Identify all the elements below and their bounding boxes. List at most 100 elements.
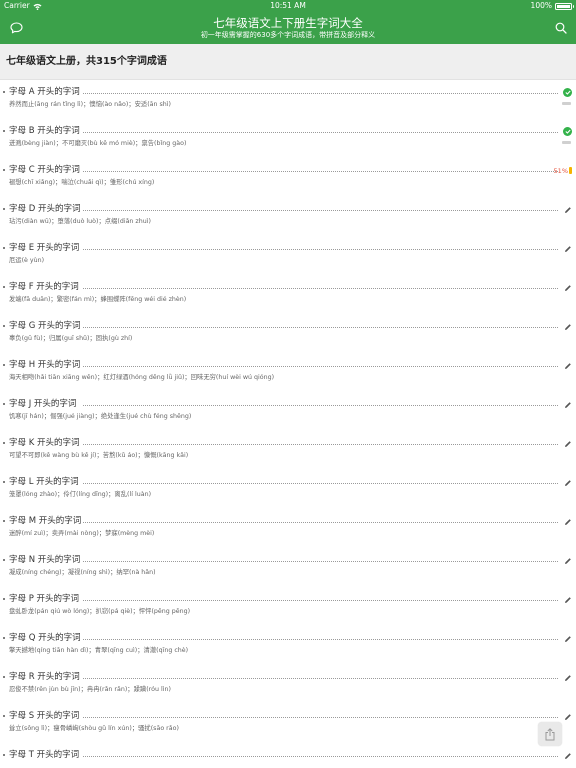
status-time: 10:51 AM bbox=[270, 1, 306, 10]
dotted-leader bbox=[83, 678, 558, 679]
pencil-icon[interactable] bbox=[564, 438, 572, 449]
dotted-leader bbox=[83, 639, 558, 640]
list-item[interactable]: 字母 D 开头的字词 玷污(diàn wū)；堕落(duò luò)；点缀(diǎ… bbox=[0, 197, 576, 236]
list-item[interactable]: 字母 M 开头的字词迷醉(mí zuì)；卖弄(mài nòng)；梦寐(mèn… bbox=[0, 509, 576, 548]
row-heading: 字母 E 开头的字词 bbox=[9, 243, 80, 253]
partial-progress-icon bbox=[569, 167, 572, 174]
pencil-icon[interactable] bbox=[564, 711, 572, 722]
row-heading: 字母 M 开头的字词 bbox=[9, 516, 82, 526]
mini-progress-bar bbox=[562, 141, 571, 144]
pencil-icon[interactable] bbox=[564, 750, 572, 761]
pencil-icon[interactable] bbox=[564, 321, 572, 332]
row-words: 发端(fā duān)；繁密(fán mì)；蜂围蝶阵(fēng wéi dié… bbox=[9, 296, 187, 303]
dotted-leader bbox=[83, 132, 558, 133]
row-heading: 字母 R 开头的字词 bbox=[9, 672, 80, 682]
pencil-icon[interactable] bbox=[564, 633, 572, 644]
list-item[interactable]: 字母 N 开头的字词凝成(níng chéng)；凝视(níng shì)；纳罕… bbox=[0, 548, 576, 587]
dotted-leader bbox=[83, 366, 558, 367]
pencil-icon[interactable] bbox=[564, 477, 572, 488]
bullet-dot bbox=[3, 169, 5, 171]
row-words: 凝成(níng chéng)；凝视(níng shì)；纳罕(nà hǎn) bbox=[9, 569, 156, 576]
row-heading: 字母 J 开头的字词 bbox=[9, 399, 77, 409]
pencil-icon[interactable] bbox=[564, 516, 572, 527]
list-item[interactable]: 字母 E 开头的字词 厄运(è yùn) bbox=[0, 236, 576, 275]
row-heading: 字母 S 开头的字词 bbox=[9, 711, 80, 721]
pencil-icon[interactable] bbox=[564, 555, 572, 566]
dotted-leader bbox=[83, 171, 558, 172]
dotted-leader bbox=[83, 561, 558, 562]
dotted-leader bbox=[83, 444, 558, 445]
bullet-dot bbox=[3, 520, 5, 522]
row-words: 迷醉(mí zuì)；卖弄(mài nòng)；梦寐(mèng mèi) bbox=[9, 530, 155, 537]
row-heading: 字母 K 开头的字词 bbox=[9, 438, 80, 448]
dotted-leader bbox=[83, 483, 558, 484]
list-item[interactable]: 字母 J 开头的字词 饥寒(jī hán)；倔强(jué jiàng)；绝处逢生(… bbox=[0, 392, 576, 431]
list-item[interactable]: 字母 T 开头的字词 bbox=[0, 743, 576, 768]
row-words: 玷污(diàn wū)；堕落(duò luò)；点缀(diǎn zhuì) bbox=[9, 218, 151, 225]
dotted-leader bbox=[83, 405, 558, 406]
list-item[interactable]: 字母 R 开头的字词忍俊不禁(rěn jùn bù jīn)；冉冉(rǎn rǎ… bbox=[0, 665, 576, 704]
bullet-dot bbox=[3, 208, 5, 210]
row-heading: 字母 T 开头的字词 bbox=[9, 750, 80, 760]
battery-icon bbox=[555, 2, 574, 10]
pencil-icon[interactable] bbox=[564, 399, 572, 410]
list-item[interactable]: 字母 L 开头的字词笼罩(lóng zhào)；伶仃(líng dīng)；离乱… bbox=[0, 470, 576, 509]
dotted-leader bbox=[83, 717, 558, 718]
list-item[interactable]: 字母 B 开头的字词 迸溅(bèng jiàn)；不可磨灭(bù kě mó mi… bbox=[0, 119, 576, 158]
row-words: 耸立(sǒng lì)；瘦骨嶙峋(shòu gǔ lín xún)；骚扰(sāo… bbox=[9, 725, 179, 732]
row-words: 厄运(è yùn) bbox=[9, 257, 45, 264]
pencil-icon[interactable] bbox=[564, 594, 572, 605]
row-words: 忍俊不禁(rěn jùn bù jīn)；冉冉(rǎn rǎn)；蹂躏(róu … bbox=[9, 686, 171, 693]
pencil-icon[interactable] bbox=[564, 282, 572, 293]
bullet-dot bbox=[3, 91, 5, 93]
list-item[interactable]: 字母 K 开头的字词 可望不可即(kě wàng bù kě jí)；苦熬(kǔ … bbox=[0, 431, 576, 470]
pencil-icon[interactable] bbox=[564, 360, 572, 371]
bullet-dot bbox=[3, 559, 5, 561]
bullet-dot bbox=[3, 754, 5, 756]
dotted-leader bbox=[83, 210, 558, 211]
section-header: 七年级语文上册，共315个字词成语 bbox=[0, 44, 576, 80]
list-item[interactable]: 字母 A 开头的字词 养然而止(āng rán tǐng lì)；懊恼(ào nǎ… bbox=[0, 80, 576, 119]
check-icon[interactable] bbox=[563, 126, 572, 137]
list-item[interactable]: 字母 P 开头的字词 盘虬卧龙(pán qiú wò lóng)；扒窃(pá qi… bbox=[0, 587, 576, 626]
bullet-dot bbox=[3, 130, 5, 132]
list-item[interactable]: 字母 F 开头的字词 发端(fā duān)；繁密(fán mì)；蜂围蝶阵(fē… bbox=[0, 275, 576, 314]
list-item[interactable]: 字母 C 开头的字词 褪想(chī xiǎng)；喘泣(chuǎi qì)；雏形(… bbox=[0, 158, 576, 197]
bullet-dot bbox=[3, 364, 5, 366]
pencil-icon[interactable] bbox=[564, 672, 572, 683]
share-button[interactable] bbox=[538, 722, 562, 746]
bullet-dot bbox=[3, 637, 5, 639]
bullet-dot bbox=[3, 715, 5, 717]
list-item[interactable]: 字母 G 开头的字词 辜负(gū fù)；归属(guī shǔ)；固执(gù zh… bbox=[0, 314, 576, 353]
search-icon[interactable] bbox=[552, 20, 570, 36]
row-heading: 字母 P 开头的字词 bbox=[9, 594, 80, 604]
letter-list: 字母 A 开头的字词 养然而止(āng rán tǐng lì)；懊恼(ào nǎ… bbox=[0, 80, 576, 768]
mini-progress-bar bbox=[562, 102, 571, 105]
row-heading: 字母 H 开头的字词 bbox=[9, 360, 81, 370]
battery-percent: 100% bbox=[530, 1, 552, 10]
row-words: 笼罩(lóng zhào)；伶仃(líng dīng)；离乱(lí luàn) bbox=[9, 491, 152, 498]
row-heading: 字母 G 开头的字词 bbox=[9, 321, 81, 331]
row-heading: 字母 Q 开头的字词 bbox=[9, 633, 81, 643]
dotted-leader bbox=[83, 249, 558, 250]
dotted-leader bbox=[83, 600, 558, 601]
row-words: 擎天撼地(qíng tiān hàn dì)；青翠(qīng cuì)；清澈(q… bbox=[9, 647, 189, 654]
list-item[interactable]: 字母 H 开头的字词海天相吻(hǎi tiān xiāng wěn)；红灯绿酒(… bbox=[0, 353, 576, 392]
bullet-dot bbox=[3, 247, 5, 249]
list-item[interactable]: 字母 Q 开头的字词擎天撼地(qíng tiān hàn dì)；青翠(qīng… bbox=[0, 626, 576, 665]
list-item[interactable]: 字母 S 开头的字词耸立(sǒng lì)；瘦骨嶙峋(shòu gǔ lín x… bbox=[0, 704, 576, 743]
share-icon bbox=[545, 727, 555, 740]
row-words: 海天相吻(hǎi tiān xiāng wěn)；红灯绿酒(hóng dēng … bbox=[9, 374, 275, 381]
row-words: 迸溅(bèng jiàn)；不可磨灭(bù kě mó miè)；禀告(bǐng… bbox=[9, 140, 187, 147]
bullet-dot bbox=[3, 598, 5, 600]
dotted-leader bbox=[83, 93, 558, 94]
pencil-icon[interactable] bbox=[564, 204, 572, 215]
row-words: 褪想(chī xiǎng)；喘泣(chuǎi qì)；雏形(chú xíng) bbox=[9, 179, 155, 186]
row-heading: 字母 N 开头的字词 bbox=[9, 555, 81, 565]
row-heading: 字母 L 开头的字词 bbox=[9, 477, 79, 487]
bullet-dot bbox=[3, 676, 5, 678]
check-icon[interactable] bbox=[563, 87, 572, 98]
battery-info: 100% bbox=[530, 0, 574, 12]
pencil-icon[interactable] bbox=[564, 243, 572, 254]
progress-status[interactable]: 51% bbox=[554, 165, 572, 176]
